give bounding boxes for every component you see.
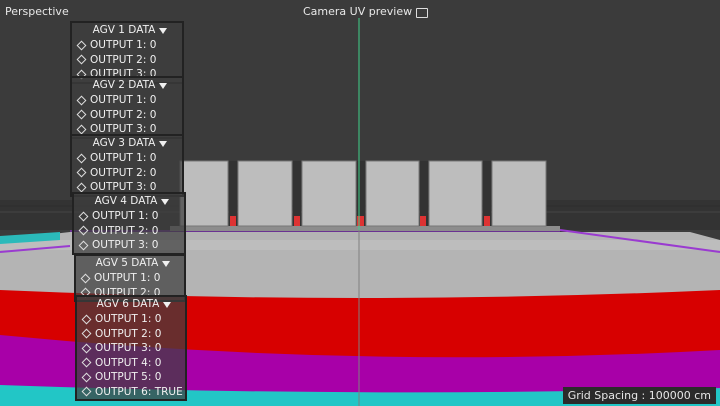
- output-row-text: OUTPUT 5: 0: [95, 371, 162, 383]
- panel-title-text: AGV 5 DATA: [95, 257, 159, 269]
- agv-2-data-panel[interactable]: AGV 2 DATA OUTPUT 1: 0 OUTPUT 2: 0 OUTPUT 3…: [70, 76, 184, 139]
- camera-label-text: Camera UV preview: [303, 5, 413, 18]
- output-row: OUTPUT 1: 0: [74, 209, 184, 224]
- output-row-text: OUTPUT 2: 0: [95, 327, 162, 340]
- output-row-text: OUTPUT 1: 0: [90, 94, 157, 106]
- output-row-text: OUTPUT 6: TRUE: [95, 385, 183, 398]
- output-row-text: OUTPUT 1: 0: [95, 313, 162, 325]
- diamond-icon: [81, 343, 92, 354]
- camera-label[interactable]: Camera UV preview: [303, 5, 429, 18]
- diamond-icon: [81, 372, 92, 383]
- output-row: OUTPUT 1: 0: [72, 38, 182, 53]
- panel-title[interactable]: AGV 4 DATA: [74, 194, 184, 209]
- diamond-icon: [76, 54, 87, 65]
- output-row: OUTPUT 1: 0: [72, 151, 182, 166]
- output-row: OUTPUT 2: 0: [72, 53, 182, 68]
- output-row-text: OUTPUT 2: 0: [90, 53, 157, 66]
- output-row: OUTPUT 1: 0: [76, 271, 184, 286]
- agv-4-data-panel[interactable]: AGV 4 DATA OUTPUT 1: 0 OUTPUT 2: 0 OUTPUT 3…: [72, 192, 186, 255]
- agv-3-data-panel[interactable]: AGV 3 DATA OUTPUT 1: 0 OUTPUT 2: 0 OUTPUT 3…: [70, 134, 184, 197]
- dropdown-triangle-icon[interactable]: [162, 260, 171, 267]
- panel-title-text: AGV 2 DATA: [92, 79, 156, 91]
- output-row-text: OUTPUT 1: 0: [94, 272, 161, 284]
- panel-title-text: AGV 3 DATA: [92, 137, 156, 149]
- panel-title[interactable]: AGV 6 DATA: [77, 297, 185, 312]
- diamond-icon: [76, 153, 87, 164]
- output-row: OUTPUT 4: 0: [77, 356, 185, 371]
- diamond-icon: [76, 167, 87, 178]
- dropdown-triangle-icon[interactable]: [163, 301, 172, 308]
- 3d-viewport[interactable]: Perspective Camera UV preview AGV 1 DATA…: [0, 0, 720, 406]
- panel-title-text: AGV 1 DATA: [92, 24, 156, 36]
- output-row-text: OUTPUT 1: 0: [92, 210, 159, 222]
- diamond-icon: [78, 211, 89, 222]
- diamond-icon: [76, 95, 87, 106]
- agv-1-data-panel[interactable]: AGV 1 DATA OUTPUT 1: 0 OUTPUT 2: 0 OUTPUT 3…: [70, 21, 184, 84]
- output-row: OUTPUT 1: 0: [77, 312, 185, 327]
- output-row: OUTPUT 5: 0: [77, 370, 185, 385]
- output-row: OUTPUT 2: 0: [74, 224, 184, 239]
- output-row-text: OUTPUT 3: 0: [95, 342, 162, 354]
- diamond-icon: [76, 109, 87, 120]
- panel-title[interactable]: AGV 5 DATA: [76, 256, 184, 271]
- output-row: OUTPUT 3: 0: [77, 341, 185, 356]
- panel-title-text: AGV 6 DATA: [96, 298, 160, 310]
- output-row-text: OUTPUT 1: 0: [90, 152, 157, 164]
- output-row: OUTPUT 6: TRUE: [77, 385, 185, 400]
- dropdown-triangle-icon[interactable]: [159, 82, 168, 89]
- output-row-text: OUTPUT 2: 0: [92, 224, 159, 237]
- diamond-icon: [78, 225, 89, 236]
- output-row-text: OUTPUT 1: 0: [90, 39, 157, 51]
- output-row: OUTPUT 3: 0: [74, 238, 184, 253]
- output-row: OUTPUT 2: 0: [72, 166, 182, 181]
- diamond-icon: [81, 328, 92, 339]
- diamond-icon: [78, 240, 89, 251]
- output-row-text: OUTPUT 2: 0: [90, 166, 157, 179]
- view-label[interactable]: Perspective: [5, 5, 69, 18]
- dropdown-triangle-icon[interactable]: [159, 140, 168, 147]
- panel-title-text: AGV 4 DATA: [94, 195, 158, 207]
- diamond-icon: [76, 124, 87, 135]
- output-row: OUTPUT 2: 0: [72, 108, 182, 123]
- output-row: OUTPUT 2: 0: [77, 327, 185, 342]
- output-row: OUTPUT 1: 0: [72, 93, 182, 108]
- output-row-text: OUTPUT 3: 0: [92, 239, 159, 251]
- diamond-icon: [76, 182, 87, 193]
- output-row-text: OUTPUT 2: 0: [90, 108, 157, 121]
- camera-lock-icon[interactable]: [416, 7, 429, 18]
- diamond-icon: [81, 386, 92, 397]
- diamond-icon: [81, 357, 92, 368]
- dropdown-triangle-icon[interactable]: [161, 198, 170, 205]
- dropdown-triangle-icon[interactable]: [159, 27, 168, 34]
- agv-6-data-panel[interactable]: AGV 6 DATA OUTPUT 1: 0 OUTPUT 2: 0 OUTPUT 3…: [75, 295, 187, 401]
- diamond-icon: [76, 40, 87, 51]
- grid-spacing-readout: Grid Spacing : 100000 cm: [562, 387, 716, 404]
- panel-title[interactable]: AGV 2 DATA: [72, 78, 182, 93]
- diamond-icon: [81, 314, 92, 325]
- output-row-text: OUTPUT 4: 0: [95, 356, 162, 369]
- panel-title[interactable]: AGV 3 DATA: [72, 136, 182, 151]
- panel-title[interactable]: AGV 1 DATA: [72, 23, 182, 38]
- diamond-icon: [80, 273, 91, 284]
